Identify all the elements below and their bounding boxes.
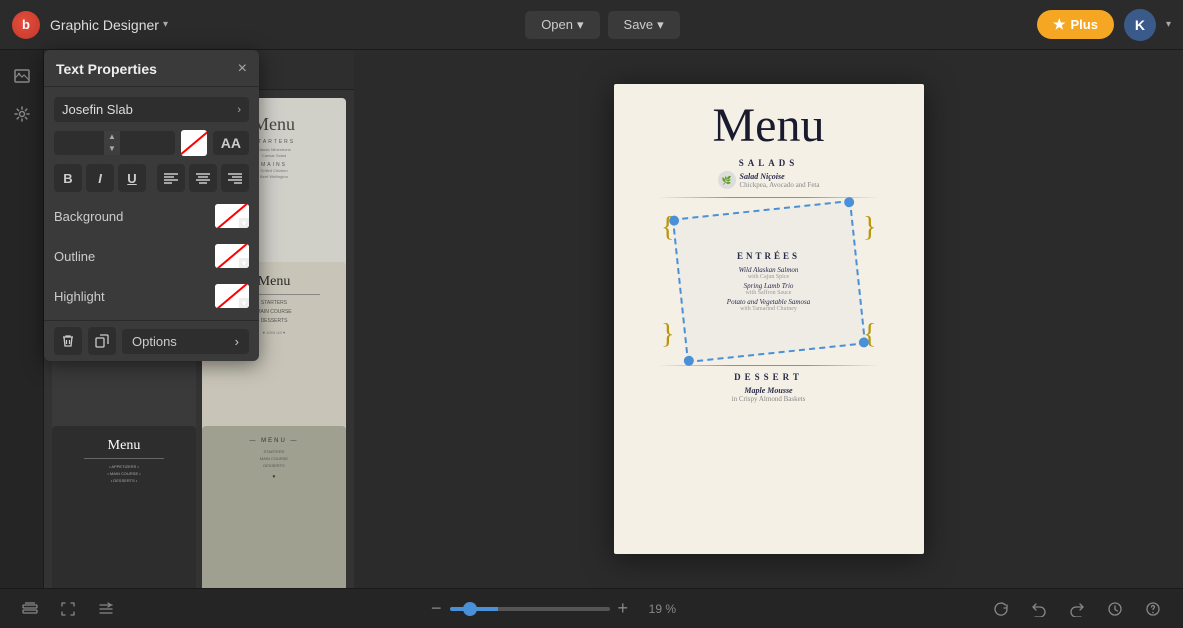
font-name: Josefin Slab [62,102,133,117]
options-arrow: › [235,334,239,349]
save-label: Save [624,17,654,32]
zoom-out-button[interactable]: − [431,598,442,619]
topbar: b Graphic Designer ▾ Open ▾ Save ▾ ★ Plu… [0,0,1183,50]
text-properties-panel: Text Properties × Josefin Slab › ▲ ▼ AA [44,50,259,361]
bottom-bar: − + 19 % [0,588,1183,628]
canvas-area[interactable]: Menu SALADS 🌿 Salad Niçoise Chickpea, Av… [354,50,1183,588]
size-stepper: ▲ ▼ [104,131,120,154]
dessert-1: Maple Mousse [744,386,792,395]
avatar[interactable]: K [1124,9,1156,41]
outline-label: Outline [54,249,95,264]
highlight-label: Highlight [54,289,105,304]
redo-icon[interactable] [1063,595,1091,623]
highlight-row: Highlight ▼ [54,280,249,312]
template-item-5[interactable]: Menu • APPETIZERS •• MAIN COURSE •• DESS… [52,426,196,588]
plus-label: Plus [1071,17,1098,32]
text-props-body: Josefin Slab › ▲ ▼ AA B I U [44,87,259,320]
save-button[interactable]: Save ▾ [608,11,680,39]
entree-2-sub: with Saffron Sauce [746,290,792,296]
bottom-left-tools [16,595,120,623]
left-icon-sidebar [0,50,44,588]
font-size-input[interactable] [54,132,104,154]
options-button[interactable]: Options › [122,329,249,354]
topbar-right: ★ Plus K ▾ [1037,9,1171,41]
app-name-chevron: ▾ [163,19,168,30]
avatar-initial: K [1135,17,1145,33]
dessert-heading: DESSERT [734,372,803,382]
text-props-header: Text Properties × [44,50,259,87]
outline-row: Outline ▼ [54,240,249,272]
fullscreen-icon[interactable] [54,595,82,623]
duplicate-button[interactable] [88,327,116,355]
background-swatch[interactable]: ▼ [215,204,249,228]
topbar-center: Open ▾ Save ▾ [178,11,1027,39]
plus-button[interactable]: ★ Plus [1037,10,1114,39]
bold-button[interactable]: B [54,164,82,192]
highlight-swatch[interactable]: ▼ [215,284,249,308]
zoom-controls: − + 19 % [431,598,676,619]
italic-button[interactable]: I [86,164,114,192]
background-row: Background ▼ [54,200,249,232]
logo-text: b [22,17,30,32]
text-props-title: Text Properties [56,61,157,77]
size-up-button[interactable]: ▲ [104,131,120,143]
avatar-chevron[interactable]: ▾ [1166,19,1171,30]
align-center-button[interactable] [189,164,217,192]
open-label: Open [541,17,573,32]
size-input-wrap: ▲ ▼ [54,131,175,154]
outline-swatch[interactable]: ▼ [215,244,249,268]
delete-button[interactable] [54,327,82,355]
text-style-row: B I U [54,164,249,192]
text-props-close-button[interactable]: × [238,60,247,78]
doc-title: Menu [713,102,825,150]
refresh-icon[interactable] [987,595,1015,623]
entree-3-sub: with Tamarind Chutney [740,306,797,312]
size-down-button[interactable]: ▼ [104,143,120,155]
image-panel-icon[interactable] [6,60,38,92]
help-icon[interactable] [1139,595,1167,623]
align-left-button[interactable] [157,164,185,192]
app-name-label: Graphic Designer [50,17,159,33]
plus-star-icon: ★ [1053,16,1066,33]
bottom-tools: Options › [44,320,259,361]
entree-1-sub: with Cajun Spice [748,274,789,280]
main-area: ‹ MENUS Menu SALADS Salad NiçoiseChickpe… [0,50,1183,588]
size-row: ▲ ▼ AA [54,130,249,156]
zoom-percentage: 19 % [636,602,676,616]
bottom-right-tools [987,595,1167,623]
save-chevron: ▾ [657,17,664,33]
salad-nicoise: Salad Niçoise [740,172,820,181]
template-item-6[interactable]: — MENU — STARTERSMAIN COURSEDESSERTS ♥ [202,426,346,588]
entree-3: Potato and Vegetable Samosa [727,298,810,306]
expand-icon[interactable] [92,595,120,623]
font-color-swatch[interactable] [181,130,207,156]
align-right-button[interactable] [221,164,249,192]
entree-2: Spring Lamb Trio [744,282,794,290]
background-label: Background [54,209,123,224]
salads-heading: SALADS [739,158,799,168]
app-logo: b [12,11,40,39]
aa-button[interactable]: AA [213,131,249,155]
salad-desc: Chickpea, Avocado and Feta [740,181,820,189]
canvas-document: Menu SALADS 🌿 Salad Niçoise Chickpea, Av… [614,84,924,554]
entree-1: Wild Alaskan Salmon [739,266,799,274]
font-selector[interactable]: Josefin Slab › [54,97,249,122]
zoom-slider[interactable] [450,607,610,611]
settings-panel-icon[interactable] [6,98,38,130]
font-selector-arrow: › [237,104,241,116]
history-icon[interactable] [1101,595,1129,623]
zoom-in-button[interactable]: + [618,598,629,619]
entrees-heading: ENTRÉES [737,251,800,261]
undo-icon[interactable] [1025,595,1053,623]
options-label: Options [132,334,177,349]
dessert-1-sub: in Crispy Almond Baskets [732,395,806,403]
app-name-dropdown[interactable]: Graphic Designer ▾ [50,17,168,33]
open-button[interactable]: Open ▾ [525,11,599,39]
layers-icon[interactable] [16,595,44,623]
open-chevron: ▾ [577,17,584,33]
underline-button[interactable]: U [118,164,146,192]
